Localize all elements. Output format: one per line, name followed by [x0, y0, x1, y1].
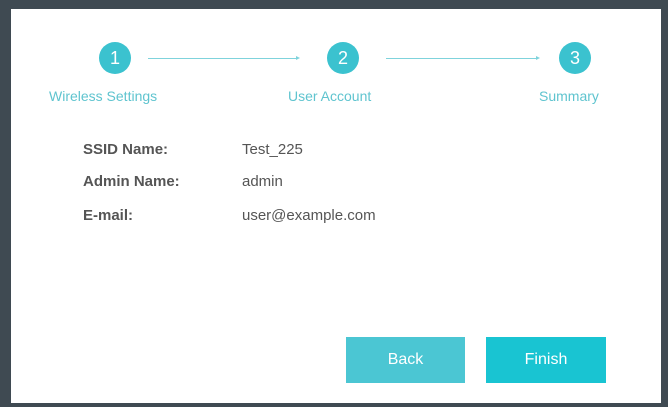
- ssid-name-value: Test_225: [242, 141, 303, 158]
- window-frame: 1 Wireless Settings 2 User Account 3 Sum…: [0, 0, 668, 407]
- step-1-label: Wireless Settings: [49, 88, 158, 104]
- step-2-label: User Account: [288, 88, 372, 104]
- step-3-label: Summary: [539, 88, 599, 104]
- ssid-name-label: SSID Name:: [83, 141, 169, 158]
- step-3-circle: 3: [559, 42, 591, 74]
- setup-wizard-panel: 1 Wireless Settings 2 User Account 3 Sum…: [11, 9, 661, 403]
- step-connector-1: [148, 56, 300, 60]
- step-2-circle: 2: [327, 42, 359, 74]
- step-1-circle: 1: [99, 42, 131, 74]
- admin-name-value: admin: [242, 173, 283, 190]
- back-button[interactable]: Back: [346, 337, 465, 383]
- finish-button[interactable]: Finish: [486, 337, 606, 383]
- email-value: user@example.com: [242, 207, 376, 224]
- email-label: E-mail:: [83, 207, 134, 224]
- admin-name-label: Admin Name:: [83, 173, 180, 190]
- step-connector-2: [386, 56, 540, 60]
